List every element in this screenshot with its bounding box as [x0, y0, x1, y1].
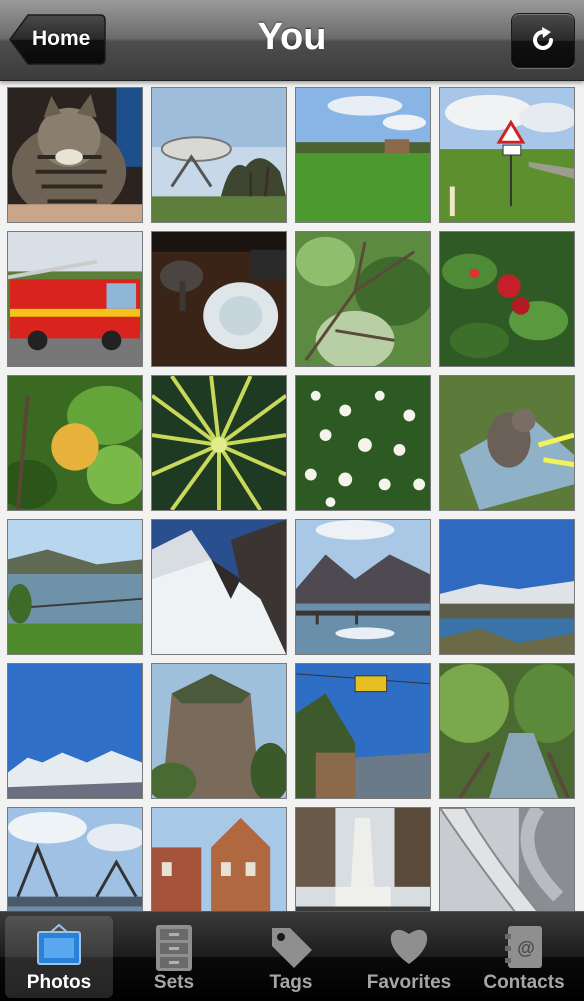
photo-thumbnail-monument[interactable]	[295, 807, 431, 912]
photo-image	[440, 376, 574, 510]
tab-label: Photos	[26, 972, 92, 993]
photo-thumbnail-cat-dish[interactable]	[151, 231, 287, 367]
refresh-icon	[533, 27, 553, 50]
photo-thumbnail-twigs[interactable]	[295, 231, 431, 367]
page-title: You	[257, 16, 327, 58]
photo-image	[440, 232, 574, 366]
photo-thumbnail-forest-stream[interactable]	[439, 663, 575, 799]
drawer-cabinet-icon	[156, 925, 192, 971]
photo-thumbnail-cat-on-stone[interactable]	[439, 375, 575, 511]
photo-image	[8, 664, 142, 798]
photo-image	[152, 520, 286, 654]
tab-label: Tags	[269, 972, 313, 993]
photo-image	[8, 520, 142, 654]
photo-thumbnail-green-park[interactable]	[295, 87, 431, 223]
photo-thumbnail-brick-building[interactable]	[151, 807, 287, 912]
photo-image	[8, 808, 142, 912]
photo-image	[440, 88, 574, 222]
photo-image	[152, 808, 286, 912]
photo-thumbnail-cable-car[interactable]	[295, 663, 431, 799]
photo-thumbnail-road-sign[interactable]	[439, 87, 575, 223]
photo-image	[296, 88, 430, 222]
tag-icon	[272, 928, 312, 968]
photo-frame-icon	[37, 924, 81, 965]
photo-thumbnail-red-berries[interactable]	[439, 231, 575, 367]
tab-photos[interactable]: Photos	[5, 916, 113, 998]
photo-thumbnail-lake-pier[interactable]	[295, 519, 431, 655]
photo-image	[8, 376, 142, 510]
tab-sets[interactable]: Sets	[120, 916, 228, 998]
photo-image	[296, 808, 430, 912]
photo-thumbnail-fire-engine[interactable]	[7, 231, 143, 367]
tab-bar: Photos Sets Tags Favorites @ Contacts	[0, 911, 584, 1001]
tab-label: Sets	[153, 972, 195, 993]
photo-thumbnail-mountain-lake[interactable]	[439, 519, 575, 655]
photo-thumbnail-snowy-slope[interactable]	[151, 519, 287, 655]
photo-thumbnail-yucca[interactable]	[151, 375, 287, 511]
photo-thumbnail-telescope[interactable]	[151, 87, 287, 223]
photo-image	[440, 664, 574, 798]
tab-label: Favorites	[366, 972, 452, 993]
photo-image	[8, 88, 142, 222]
navigation-bar: Home You	[0, 0, 584, 81]
photo-image	[440, 808, 574, 912]
photo-thumbnail-daisies[interactable]	[295, 375, 431, 511]
address-book-icon: @	[505, 926, 542, 968]
photo-image	[296, 664, 430, 798]
refresh-button[interactable]	[511, 13, 575, 68]
photo-image	[8, 232, 142, 366]
photo-thumbnail-coastal-bay[interactable]	[7, 519, 143, 655]
photo-image	[296, 376, 430, 510]
tab-tags[interactable]: Tags	[237, 916, 345, 998]
photo-image	[296, 520, 430, 654]
photo-thumbnail-tabby-cat[interactable]	[7, 87, 143, 223]
photo-grid	[7, 87, 577, 912]
photo-image	[440, 520, 574, 654]
photo-image	[152, 88, 286, 222]
tab-contacts[interactable]: @ Contacts	[470, 916, 578, 998]
tab-label: Contacts	[483, 972, 565, 993]
heart-icon	[390, 929, 428, 964]
photo-image	[152, 376, 286, 510]
photo-image	[152, 232, 286, 366]
photo-thumbnail-orange-fruit[interactable]	[7, 375, 143, 511]
photo-thumbnail-snowy-peaks[interactable]	[7, 663, 143, 799]
photo-thumbnail-rock-cliff[interactable]	[151, 663, 287, 799]
svg-text:@: @	[517, 938, 535, 958]
photo-thumbnail-slide[interactable]	[439, 807, 575, 912]
photo-image	[152, 664, 286, 798]
tab-favorites[interactable]: Favorites	[355, 916, 463, 998]
photo-thumbnail-harbour-bridge[interactable]	[7, 807, 143, 912]
photo-image	[296, 232, 430, 366]
